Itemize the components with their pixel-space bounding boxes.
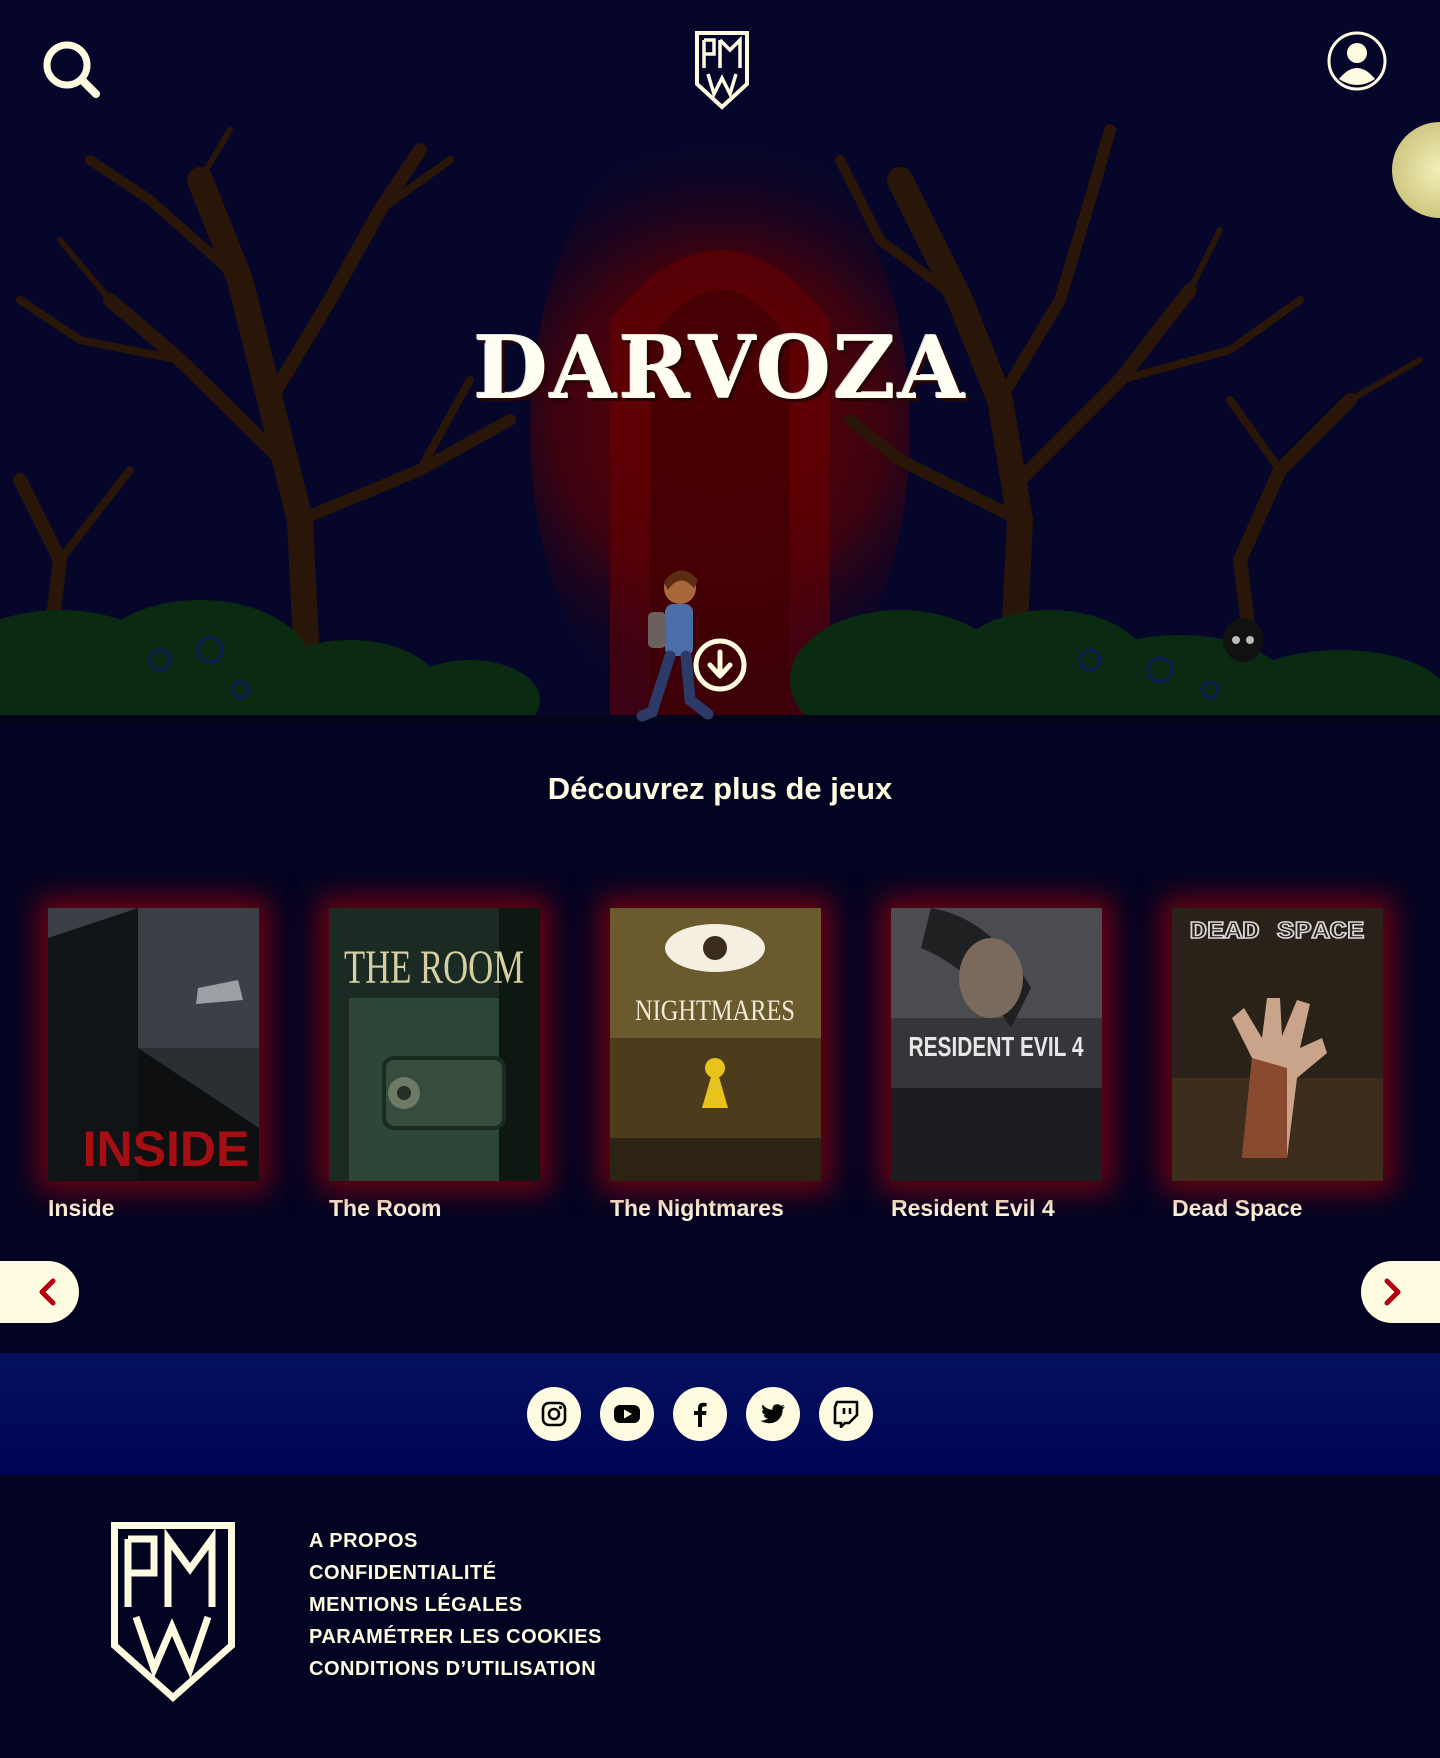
chevron-right-icon bbox=[1384, 1278, 1401, 1306]
twitch-icon bbox=[833, 1400, 859, 1428]
game-card-resident-evil-4[interactable]: RESIDENT EVIL 4 Resident Evil 4 bbox=[891, 908, 1102, 1222]
carousel-next-button[interactable] bbox=[1361, 1261, 1440, 1323]
cover-text: DEAD SPACE bbox=[1190, 919, 1365, 946]
game-card-the-nightmares[interactable]: NIGHTMARES The Nightmares bbox=[610, 908, 821, 1222]
top-bar bbox=[0, 0, 1440, 120]
game-card-dead-space[interactable]: DEAD SPACE Dead Space bbox=[1172, 908, 1383, 1222]
profile-button[interactable] bbox=[1327, 31, 1387, 91]
footer-link-cookies[interactable]: PARAMÉTRER LES COOKIES bbox=[309, 1621, 602, 1653]
game-cover: NIGHTMARES bbox=[610, 908, 821, 1181]
game-card-inside[interactable]: INSIDE Inside bbox=[48, 908, 259, 1222]
footer-link-terms[interactable]: CONDITIONS D’UTILISATION bbox=[309, 1653, 602, 1685]
twitter-link[interactable] bbox=[746, 1387, 800, 1441]
youtube-icon bbox=[614, 1405, 640, 1423]
cover-text: THE ROOM bbox=[344, 941, 524, 994]
youtube-link[interactable] bbox=[600, 1387, 654, 1441]
twitter-icon bbox=[760, 1404, 785, 1424]
chevron-left-icon bbox=[39, 1278, 56, 1306]
game-title: Dead Space bbox=[1172, 1195, 1303, 1221]
scroll-down-button[interactable] bbox=[693, 638, 747, 692]
game-title: The Nightmares bbox=[610, 1195, 784, 1221]
footer-links: A PROPOS CONFIDENTIALITÉ MENTIONS LÉGALE… bbox=[309, 1525, 602, 1685]
footer-logo[interactable] bbox=[108, 1519, 238, 1705]
game-cover: INSIDE bbox=[48, 908, 259, 1181]
game-title: The Room bbox=[329, 1195, 442, 1221]
game-card-the-room[interactable]: THE ROOM The Room bbox=[329, 908, 540, 1222]
cover-text: RESIDENT EVIL 4 bbox=[909, 1031, 1084, 1062]
footer-link-about[interactable]: A PROPOS bbox=[309, 1525, 602, 1557]
iamwa-shield-logo-icon bbox=[695, 31, 749, 110]
game-title: Resident Evil 4 bbox=[891, 1195, 1055, 1221]
game-cover: DEAD SPACE bbox=[1172, 908, 1383, 1181]
section-title: Découvrez plus de jeux bbox=[547, 771, 893, 806]
search-button[interactable] bbox=[40, 38, 102, 100]
footer-link-legal[interactable]: MENTIONS LÉGALES bbox=[309, 1589, 602, 1621]
facebook-icon bbox=[694, 1402, 707, 1427]
footer-link-privacy[interactable]: CONFIDENTIALITÉ bbox=[309, 1557, 602, 1589]
site-footer: A PROPOS CONFIDENTIALITÉ MENTIONS LÉGALE… bbox=[0, 1475, 1440, 1758]
iamwa-shield-logo-icon bbox=[111, 1522, 235, 1702]
user-profile-icon bbox=[1327, 31, 1387, 91]
social-band bbox=[0, 1353, 1440, 1475]
search-icon bbox=[43, 41, 100, 98]
arrow-down-circle-icon bbox=[693, 638, 747, 692]
instagram-link[interactable] bbox=[527, 1387, 581, 1441]
games-carousel: Découvrez plus de jeux INSIDE Inside THE… bbox=[0, 723, 1440, 1353]
carousel-prev-button[interactable] bbox=[0, 1261, 79, 1323]
instagram-icon bbox=[541, 1401, 567, 1427]
social-links bbox=[527, 1387, 927, 1443]
game-cover: RESIDENT EVIL 4 bbox=[891, 908, 1102, 1181]
facebook-link[interactable] bbox=[673, 1387, 727, 1441]
hero-title: DARVOZA bbox=[473, 318, 967, 419]
site-logo[interactable] bbox=[694, 30, 750, 110]
twitch-link[interactable] bbox=[819, 1387, 873, 1441]
hero-banner: DARVOZA bbox=[0, 0, 1440, 723]
game-cover: THE ROOM bbox=[329, 908, 540, 1181]
game-title: Inside bbox=[48, 1195, 115, 1221]
cover-text: NIGHTMARES bbox=[635, 994, 795, 1027]
cover-text: INSIDE bbox=[83, 1121, 250, 1177]
